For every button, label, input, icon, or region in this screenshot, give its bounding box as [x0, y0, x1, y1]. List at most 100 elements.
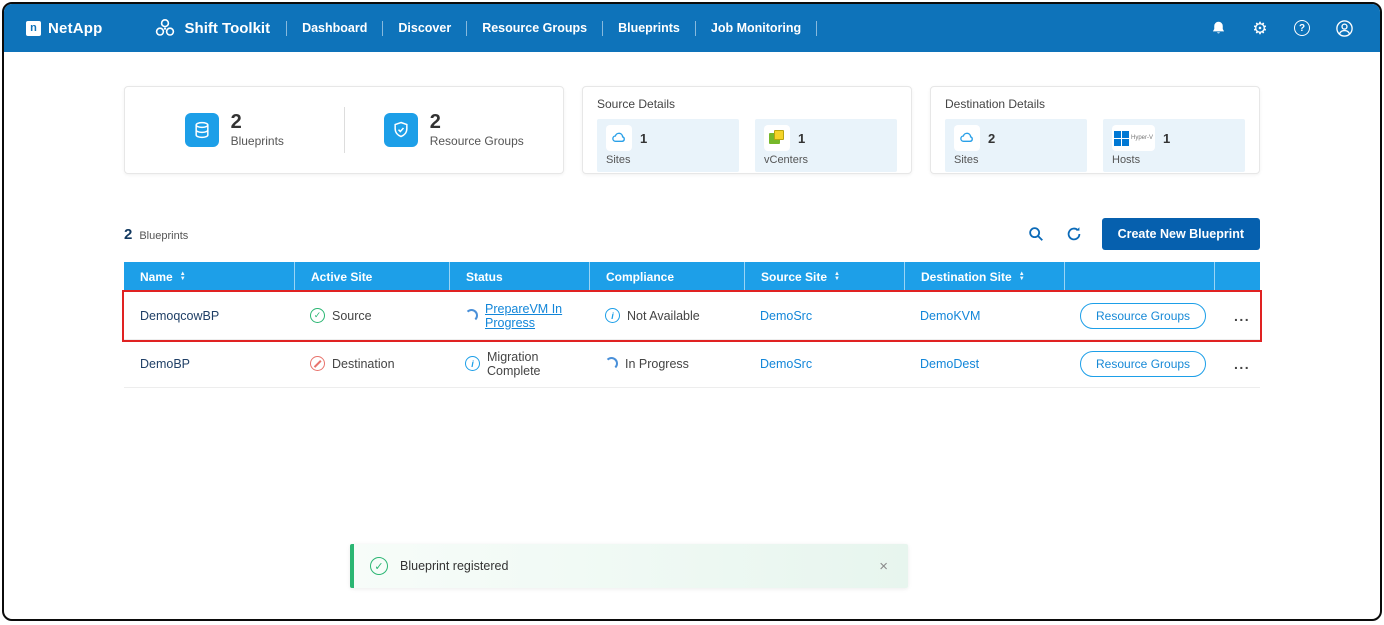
destination-details-title: Destination Details: [945, 97, 1245, 111]
in-progress-spinner-icon: [465, 309, 478, 322]
column-header-actions: [1064, 262, 1214, 292]
column-header-name: Name ▲▼: [124, 262, 294, 292]
blueprints-count: 2: [231, 112, 284, 132]
column-header-active-site: Active Site: [294, 262, 449, 292]
source-details-card: Source Details 1 Sites: [582, 86, 912, 174]
row-menu-icon[interactable]: ...: [1230, 356, 1254, 372]
info-icon: i: [605, 308, 620, 323]
destination-hosts-tile: Hyper-V 1 Hosts: [1103, 119, 1245, 172]
blueprints-stat: 2 Blueprints: [125, 112, 344, 148]
error-circle-icon: [310, 356, 325, 371]
column-header-source-site: Source Site ▲▼: [744, 262, 904, 292]
status-value: Migration Complete: [487, 350, 589, 378]
active-site-value: Destination: [332, 357, 395, 371]
hyperv-icon: Hyper-V: [1112, 125, 1155, 151]
source-sites-label: Sites: [606, 154, 730, 166]
summary-row: 2 Blueprints 2 Resource Groups: [124, 86, 1260, 174]
nav-item-resource-groups[interactable]: Resource Groups: [467, 21, 602, 35]
nav-item-discover[interactable]: Discover: [383, 21, 466, 35]
vcenter-icon: [764, 125, 790, 151]
list-actions: Create New Blueprint: [1026, 218, 1260, 250]
column-header-status: Status: [449, 262, 589, 292]
source-sites-count: 1: [640, 131, 647, 146]
table-row: DemoqcowBP ✓ Source PrepareVM In Progres…: [124, 292, 1260, 340]
resource-groups-count: 2: [430, 112, 524, 132]
netapp-mark-icon: n: [26, 21, 41, 36]
nav-item-job-monitoring[interactable]: Job Monitoring: [696, 21, 816, 35]
toast-notification: ✓ Blueprint registered ×: [350, 544, 908, 588]
destination-site-link[interactable]: DemoDest: [920, 357, 979, 371]
destination-hosts-label: Hosts: [1112, 154, 1236, 166]
gear-icon[interactable]: ⚙: [1250, 18, 1270, 38]
resource-groups-label: Resource Groups: [430, 134, 524, 148]
brand-name: NetApp: [48, 20, 103, 37]
toast-message: Blueprint registered: [400, 559, 508, 573]
blueprints-count-label: 2 Blueprints: [124, 226, 188, 243]
in-progress-spinner-icon: [605, 357, 618, 370]
netapp-logo: n NetApp: [26, 20, 103, 37]
top-navbar: n NetApp Shift Toolkit Dashboard Discove…: [4, 4, 1380, 52]
nav-item-dashboard[interactable]: Dashboard: [287, 21, 382, 35]
destination-sites-label: Sites: [954, 154, 1078, 166]
nav-item-blueprints[interactable]: Blueprints: [603, 21, 695, 35]
column-header-compliance: Compliance: [589, 262, 744, 292]
success-check-icon: ✓: [310, 308, 325, 323]
source-sites-tile: 1 Sites: [597, 119, 739, 172]
help-icon[interactable]: ?: [1292, 18, 1312, 38]
destination-sites-tile: 2 Sites: [945, 119, 1087, 172]
table-header-row: Name ▲▼ Active Site Status Compliance So…: [124, 262, 1260, 292]
compliance-value: In Progress: [625, 357, 689, 371]
search-icon[interactable]: [1026, 224, 1046, 244]
source-vcenters-tile: 1 vCenters: [755, 119, 897, 172]
refresh-icon[interactable]: [1064, 224, 1084, 244]
blueprints-list-count: 2: [124, 226, 132, 243]
blueprints-list-text: Blueprints: [139, 230, 188, 242]
bell-icon[interactable]: [1208, 18, 1228, 38]
destination-hosts-count: 1: [1163, 131, 1170, 146]
cloud-icon: [606, 125, 632, 151]
app-window: n NetApp Shift Toolkit Dashboard Discove…: [2, 2, 1382, 621]
blueprint-icon: [185, 113, 219, 147]
cloud-icon: [954, 125, 980, 151]
create-new-blueprint-button[interactable]: Create New Blueprint: [1102, 218, 1260, 250]
resource-groups-button[interactable]: Resource Groups: [1080, 351, 1206, 377]
active-site-value: Source: [332, 309, 372, 323]
row-menu-icon[interactable]: ...: [1230, 308, 1254, 324]
destination-site-link[interactable]: DemoKVM: [920, 309, 980, 323]
source-vcenters-label: vCenters: [764, 154, 888, 166]
status-link[interactable]: PrepareVM In Progress: [485, 302, 589, 330]
info-icon: i: [465, 356, 480, 371]
column-header-destination-site: Destination Site ▲▼: [904, 262, 1064, 292]
nav-separator: [816, 21, 817, 36]
shield-check-icon: [384, 113, 418, 147]
stats-card: 2 Blueprints 2 Resource Groups: [124, 86, 564, 174]
destination-sites-count: 2: [988, 131, 995, 146]
sort-icon[interactable]: ▲▼: [834, 272, 840, 282]
resource-groups-stat: 2 Resource Groups: [345, 112, 564, 148]
source-site-link[interactable]: DemoSrc: [760, 309, 812, 323]
navbar-actions: ⚙ ?: [1208, 18, 1354, 38]
blueprints-list-header: 2 Blueprints Create New Blueprint: [124, 218, 1260, 250]
sort-icon[interactable]: ▲▼: [1019, 272, 1025, 282]
hyperv-icon-label: Hyper-V: [1131, 135, 1153, 142]
destination-details-card: Destination Details 2 Sites: [930, 86, 1260, 174]
source-site-link[interactable]: DemoSrc: [760, 357, 812, 371]
blueprint-name: DemoqcowBP: [140, 309, 219, 323]
resource-groups-button[interactable]: Resource Groups: [1080, 303, 1206, 329]
shift-toolkit-icon: [153, 16, 177, 40]
main-nav: Dashboard Discover Resource Groups Bluep…: [286, 21, 817, 36]
sort-icon[interactable]: ▲▼: [180, 272, 186, 282]
blueprints-label: Blueprints: [231, 134, 284, 148]
toast-success-icon: ✓: [370, 557, 388, 575]
blueprint-name: DemoBP: [140, 357, 190, 371]
column-header-menu: [1214, 262, 1260, 292]
source-details-title: Source Details: [597, 97, 897, 111]
user-icon[interactable]: [1334, 18, 1354, 38]
toast-close-icon[interactable]: ×: [875, 558, 892, 575]
blueprints-table: Name ▲▼ Active Site Status Compliance So…: [124, 262, 1260, 388]
source-vcenters-count: 1: [798, 131, 805, 146]
app-title: Shift Toolkit: [153, 16, 271, 40]
app-name: Shift Toolkit: [185, 20, 271, 37]
compliance-value: Not Available: [627, 309, 700, 323]
table-row: DemoBP Destination i Migration Complete …: [124, 340, 1260, 388]
